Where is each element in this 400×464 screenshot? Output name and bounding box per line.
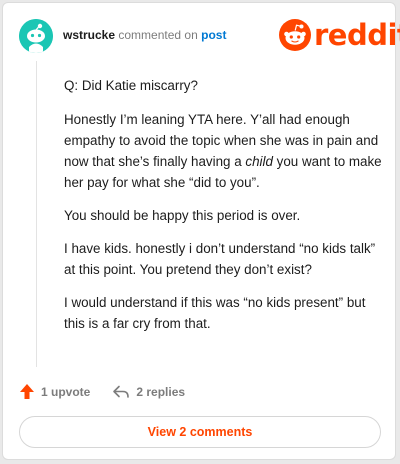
- comment-paragraph: Honestly I’m leaning YTA here. Y’all had…: [64, 109, 384, 193]
- snoo-avatar-icon: [19, 19, 53, 53]
- reddit-snoo-icon: [279, 19, 311, 51]
- comment-card: wstrucke commented on post reddit Q: Did…: [2, 2, 400, 460]
- comment-paragraph: I would understand if this was “no kids …: [64, 295, 366, 331]
- replies-button[interactable]: 2 replies: [112, 385, 185, 399]
- reddit-wordmark: reddit: [314, 18, 400, 52]
- thread-line[interactable]: [36, 61, 37, 367]
- post-link[interactable]: post: [201, 28, 226, 42]
- user-avatar[interactable]: [19, 19, 53, 53]
- comment-actions: 1 upvote 2 replies: [19, 383, 185, 400]
- header-action-text: commented on: [118, 28, 198, 42]
- comment-body: Q: Did Katie miscarry? Honestly I’m lean…: [64, 75, 384, 346]
- replies-count: 2 replies: [136, 384, 186, 399]
- reply-arrow-icon: [113, 385, 130, 398]
- username-link[interactable]: wstrucke: [63, 28, 115, 42]
- reddit-logo[interactable]: reddit: [279, 19, 400, 51]
- comment-emphasis: child: [245, 154, 273, 169]
- comment-paragraph: I have kids. honestly i don’t understand…: [64, 241, 376, 277]
- comment-paragraph: You should be happy this period is over.: [64, 208, 301, 223]
- upvote-button[interactable]: 1 upvote: [19, 383, 90, 400]
- comment-header: wstrucke commented on post: [63, 28, 226, 42]
- upvote-count: 1 upvote: [41, 384, 91, 399]
- comment-paragraph: Q: Did Katie miscarry?: [64, 78, 198, 93]
- upvote-arrow-icon: [20, 384, 34, 399]
- view-comments-button[interactable]: View 2 comments: [19, 416, 381, 448]
